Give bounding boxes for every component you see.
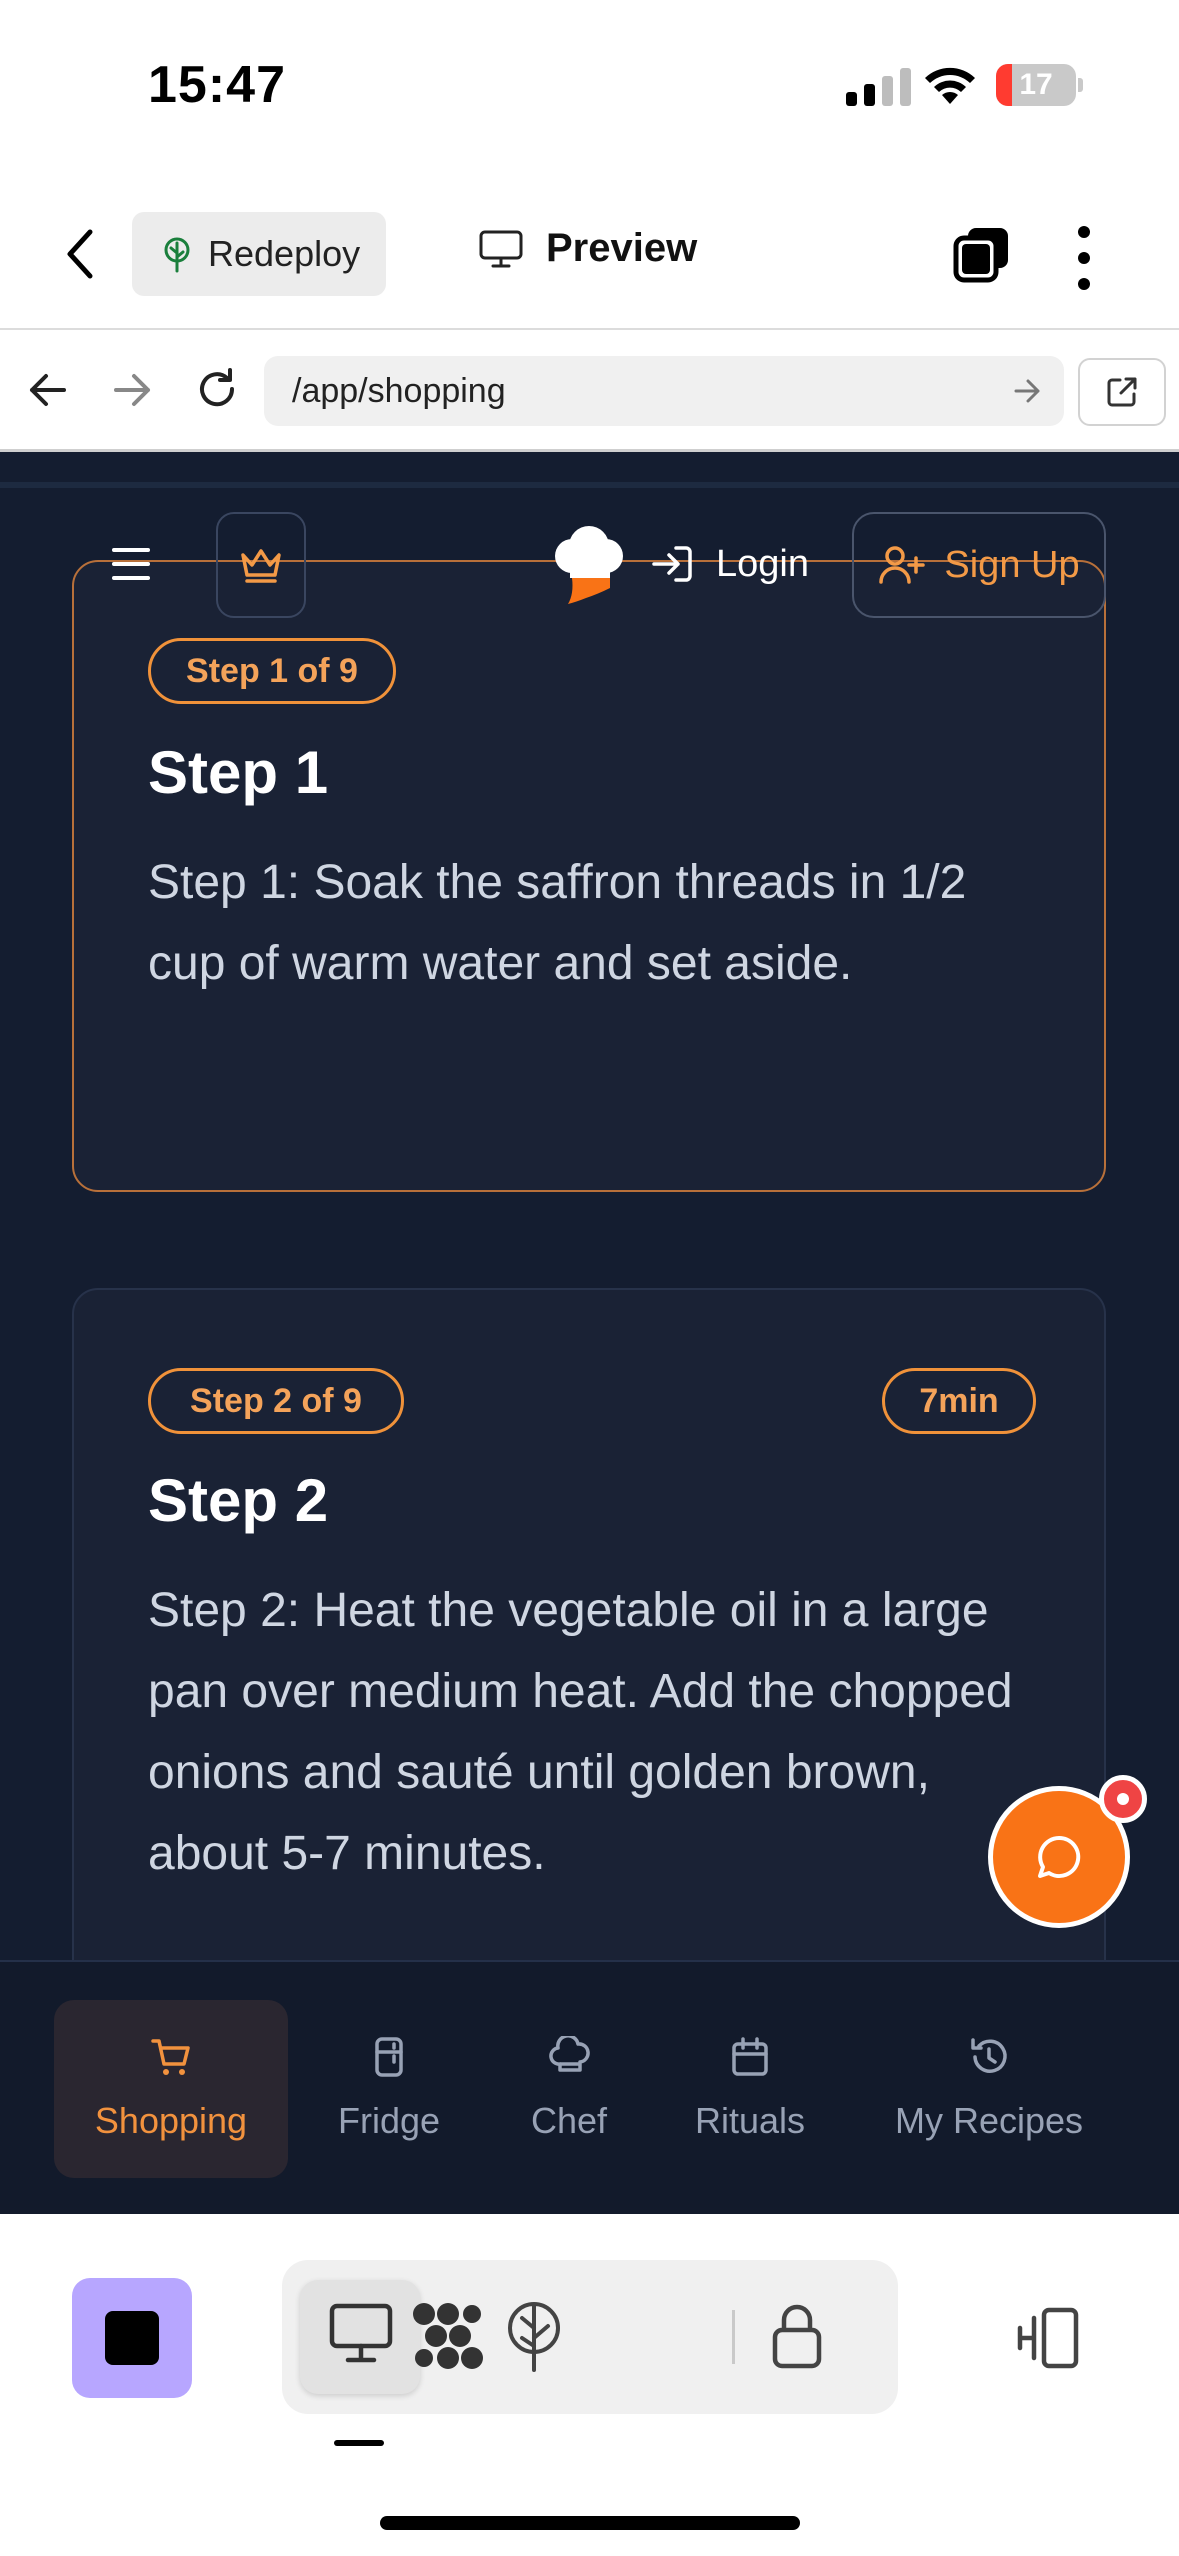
notification-dot — [1099, 1775, 1147, 1823]
tab-chef[interactable]: Chef — [510, 2000, 628, 2178]
premium-button[interactable] — [216, 512, 306, 618]
step-instructions: Step 1: Soak the saffron threads in 1/2 … — [148, 856, 967, 990]
view-mode-group — [282, 2260, 898, 2414]
status-bar: 15:47 17 — [0, 0, 1179, 170]
redeploy-label: Redeploy — [208, 233, 361, 274]
step-title: Step 1 — [148, 739, 329, 806]
chat-button[interactable] — [988, 1775, 1147, 1928]
chat-bubble-icon — [1038, 1835, 1081, 1878]
step-instructions: Step 2: Heat the vegetable oil in a larg… — [148, 1584, 1013, 1880]
wifi-icon — [925, 67, 975, 104]
browser-forward-icon[interactable] — [112, 370, 154, 410]
back-chevron-icon[interactable] — [60, 226, 100, 282]
signup-button[interactable]: Sign Up — [852, 512, 1106, 618]
stop-icon — [105, 2311, 159, 2365]
redeploy-button[interactable]: Redeploy — [132, 212, 386, 296]
tab-label: Rituals — [694, 2100, 806, 2141]
step-badge: Step 1 of 9 — [148, 638, 396, 704]
tab-shopping[interactable]: Shopping — [54, 2000, 288, 2178]
chef-hat-logo-icon[interactable] — [552, 524, 626, 608]
time-badge: 7min — [882, 1368, 1036, 1434]
hamburger-menu-icon[interactable] — [112, 548, 150, 580]
status-time: 15:47 — [148, 56, 286, 114]
bottom-tab-bar: Shopping Fridge Chef Rituals My Recipes — [0, 1960, 1179, 2214]
battery-level: 17 — [1019, 68, 1053, 101]
more-options-icon[interactable] — [1078, 226, 1090, 290]
external-link-icon — [1107, 377, 1137, 407]
deploy-tree-icon[interactable] — [504, 2300, 564, 2372]
extensions-icon[interactable] — [410, 2300, 486, 2372]
tab-label: Shopping — [94, 2100, 248, 2141]
open-external-button[interactable] — [1078, 358, 1166, 426]
monitor-icon — [479, 230, 523, 267]
crown-icon — [241, 549, 281, 583]
app-viewport: Step 1 of 9 Step 1 Step 1: Soak the saff… — [0, 452, 1179, 2214]
signup-label: Sign Up — [944, 543, 1080, 586]
tab-fridge[interactable]: Fridge — [318, 2000, 460, 2178]
stop-button[interactable] — [72, 2278, 192, 2398]
tree-icon — [164, 237, 190, 273]
app-header: Login Sign Up — [0, 512, 1179, 622]
tab-my-recipes[interactable]: My Recipes — [876, 2000, 1102, 2178]
home-indicator — [380, 2516, 800, 2530]
step-title: Step 2 — [148, 1467, 329, 1534]
preview-label: Preview — [546, 226, 698, 270]
browser-url-bar: /app/shopping — [0, 330, 1179, 452]
windows-icon[interactable] — [952, 224, 1012, 284]
chef-hat-icon — [549, 2036, 590, 2072]
go-arrow-icon[interactable] — [1012, 376, 1042, 406]
fridge-icon — [375, 2037, 403, 2077]
browser-back-icon[interactable] — [26, 370, 68, 410]
calendar-icon — [732, 2037, 768, 2076]
preview-button[interactable]: Preview — [478, 226, 697, 271]
reload-icon[interactable] — [194, 366, 240, 412]
lock-icon[interactable] — [770, 2300, 824, 2370]
tab-label: My Recipes — [894, 2100, 1084, 2141]
url-text: /app/shopping — [292, 371, 506, 410]
login-label: Login — [716, 542, 809, 585]
battery-icon: 17 — [996, 64, 1076, 106]
device-switch-icon[interactable] — [1010, 2306, 1082, 2370]
editor-top-bar: Redeploy Preview — [0, 170, 1179, 330]
tab-label: Chef — [530, 2100, 608, 2141]
cart-icon — [151, 2039, 190, 2075]
cellular-signal-icon — [846, 66, 911, 106]
login-icon — [652, 546, 692, 582]
user-plus-icon — [879, 546, 926, 584]
step-card: Step 1 of 9 Step 1 Step 1: Soak the saff… — [72, 560, 1106, 1192]
step-badge: Step 2 of 9 — [148, 1368, 404, 1434]
login-button[interactable]: Login — [650, 532, 809, 596]
editor-bottom-toolbar — [0, 2214, 1179, 2556]
tab-rituals[interactable]: Rituals — [682, 2000, 818, 2178]
url-input[interactable]: /app/shopping — [264, 356, 1064, 426]
desktop-view-icon[interactable] — [326, 2300, 396, 2368]
history-icon — [971, 2038, 1007, 2073]
tab-label: Fridge — [337, 2100, 441, 2141]
